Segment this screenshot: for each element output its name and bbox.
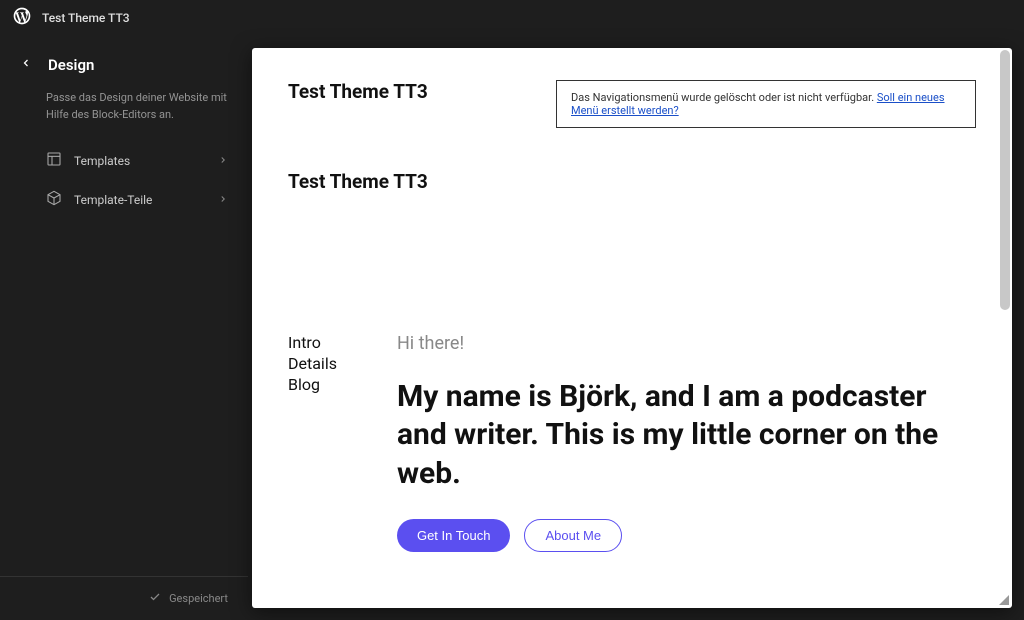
about-me-button[interactable]: About Me (524, 519, 622, 552)
preview-frame[interactable]: Test Theme TT3 Das Navigationsmenü wurde… (252, 48, 1012, 608)
get-in-touch-button[interactable]: Get In Touch (397, 519, 510, 552)
sidebar-title: Design (48, 56, 94, 74)
scrollbar[interactable] (1000, 50, 1010, 310)
hero-nav-intro[interactable]: Intro (288, 333, 337, 352)
sidebar-header: Design (0, 56, 248, 84)
preview-header-row: Test Theme TT3 Das Navigationsmenü wurde… (288, 80, 976, 128)
topbar: Test Theme TT3 (0, 0, 1024, 36)
hero-section: Intro Details Blog Hi there! My name is … (288, 333, 976, 552)
nav-notice-text: Das Navigationsmenü wurde gelöscht oder … (571, 91, 877, 104)
hero-main: Hi there! My name is Björk, and I am a p… (397, 333, 976, 552)
preview-content: Test Theme TT3 Das Navigationsmenü wurde… (252, 48, 1012, 608)
chevron-right-icon (218, 193, 228, 207)
main-area: Design Passe das Design deiner Website m… (0, 36, 1024, 620)
chevron-right-icon (218, 154, 228, 168)
hero-greeting: Hi there! (397, 333, 976, 354)
template-parts-icon (46, 190, 62, 209)
sidebar-footer: Gespeichert (0, 576, 248, 620)
hero-nav-blog[interactable]: Blog (288, 375, 337, 394)
navigation-notice: Das Navigationsmenü wurde gelöscht oder … (556, 80, 976, 128)
sidebar-items: Templates Template-Teile (0, 141, 248, 219)
sidebar-item-label: Template-Teile (74, 193, 152, 207)
hero-buttons: Get In Touch About Me (397, 519, 976, 552)
topbar-site-name[interactable]: Test Theme TT3 (42, 11, 130, 25)
sidebar: Design Passe das Design deiner Website m… (0, 36, 248, 620)
hero-heading: My name is Björk, and I am a podcaster a… (397, 378, 976, 493)
sidebar-description: Passe das Design deiner Website mit Hilf… (0, 84, 248, 141)
sidebar-item-templates[interactable]: Templates (0, 141, 248, 180)
preview-wrapper: Test Theme TT3 Das Navigationsmenü wurde… (248, 36, 1024, 620)
back-arrow-icon[interactable] (20, 57, 32, 73)
saved-label: Gespeichert (169, 592, 228, 605)
check-icon (149, 591, 161, 606)
site-title[interactable]: Test Theme TT3 (288, 80, 428, 103)
templates-icon (46, 151, 62, 170)
wordpress-logo-icon[interactable] (12, 6, 32, 30)
hero-nav: Intro Details Blog (288, 333, 337, 552)
hero-nav-details[interactable]: Details (288, 354, 337, 373)
site-title-2[interactable]: Test Theme TT3 (288, 170, 976, 193)
sidebar-item-template-parts[interactable]: Template-Teile (0, 180, 248, 219)
sidebar-item-label: Templates (74, 154, 130, 168)
resize-handle-icon[interactable] (999, 595, 1009, 605)
